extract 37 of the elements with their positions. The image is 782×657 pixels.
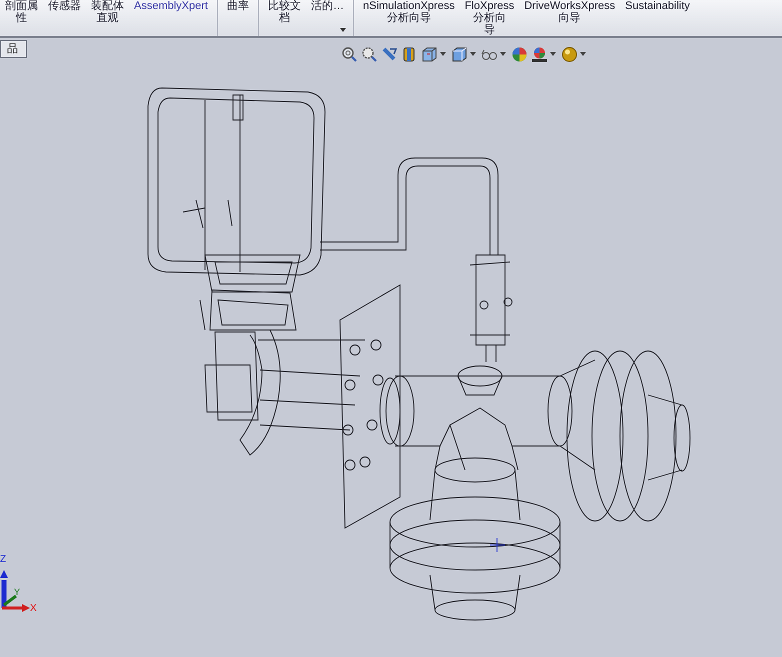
- ribbon-button[interactable]: 比较文 档: [258, 0, 306, 36]
- axis-triad-drawing: [0, 570, 30, 612]
- caret-icon: [440, 52, 446, 56]
- ribbon-button[interactable]: nSimulationXpress 分析向导: [352, 0, 460, 36]
- caret-icon: [500, 52, 506, 56]
- caret-icon: [470, 52, 476, 56]
- view-orientation-button[interactable]: [421, 45, 448, 63]
- caret-icon: [550, 52, 556, 56]
- ribbon-button[interactable]: 剖面属 性: [0, 0, 43, 36]
- display-style-button[interactable]: [451, 45, 478, 63]
- ribbon-button[interactable]: AssemblyXpert: [129, 0, 213, 36]
- ribbon-button[interactable]: Sustainability: [620, 0, 695, 36]
- z-axis-label: Z: [0, 555, 6, 565]
- view-settings-button[interactable]: [561, 45, 588, 63]
- document-tab[interactable]: 品: [0, 40, 27, 58]
- ribbon-button[interactable]: 装配体 直观: [86, 0, 129, 36]
- view-orientation-icon: [421, 46, 438, 62]
- previous-view-button[interactable]: [381, 45, 398, 63]
- y-axis-label: Y: [14, 588, 20, 597]
- zoom-fit-button[interactable]: [341, 45, 358, 63]
- display-style-icon: [451, 46, 468, 62]
- appearance-button[interactable]: [511, 45, 528, 63]
- zoom-fit-icon: [341, 46, 358, 62]
- scene-icon: [531, 46, 548, 62]
- appearance-icon: [511, 46, 528, 62]
- zoom-area-button[interactable]: [361, 45, 378, 63]
- x-axis-label: X: [30, 604, 37, 614]
- zoom-area-icon: [361, 46, 378, 62]
- ribbon-button[interactable]: DriveWorksXpress 向导: [519, 0, 620, 36]
- caret-icon: [580, 52, 586, 56]
- view-settings-icon: [561, 46, 578, 62]
- ribbon-button[interactable]: 传感器: [43, 0, 86, 36]
- previous-view-icon: [381, 46, 398, 62]
- scene-button[interactable]: [531, 45, 558, 63]
- ribbon-button[interactable]: 曲率: [216, 0, 254, 36]
- ribbon-button[interactable]: 活的…: [306, 0, 349, 36]
- ribbon-button[interactable]: FloXpress 分析向 导: [460, 0, 520, 36]
